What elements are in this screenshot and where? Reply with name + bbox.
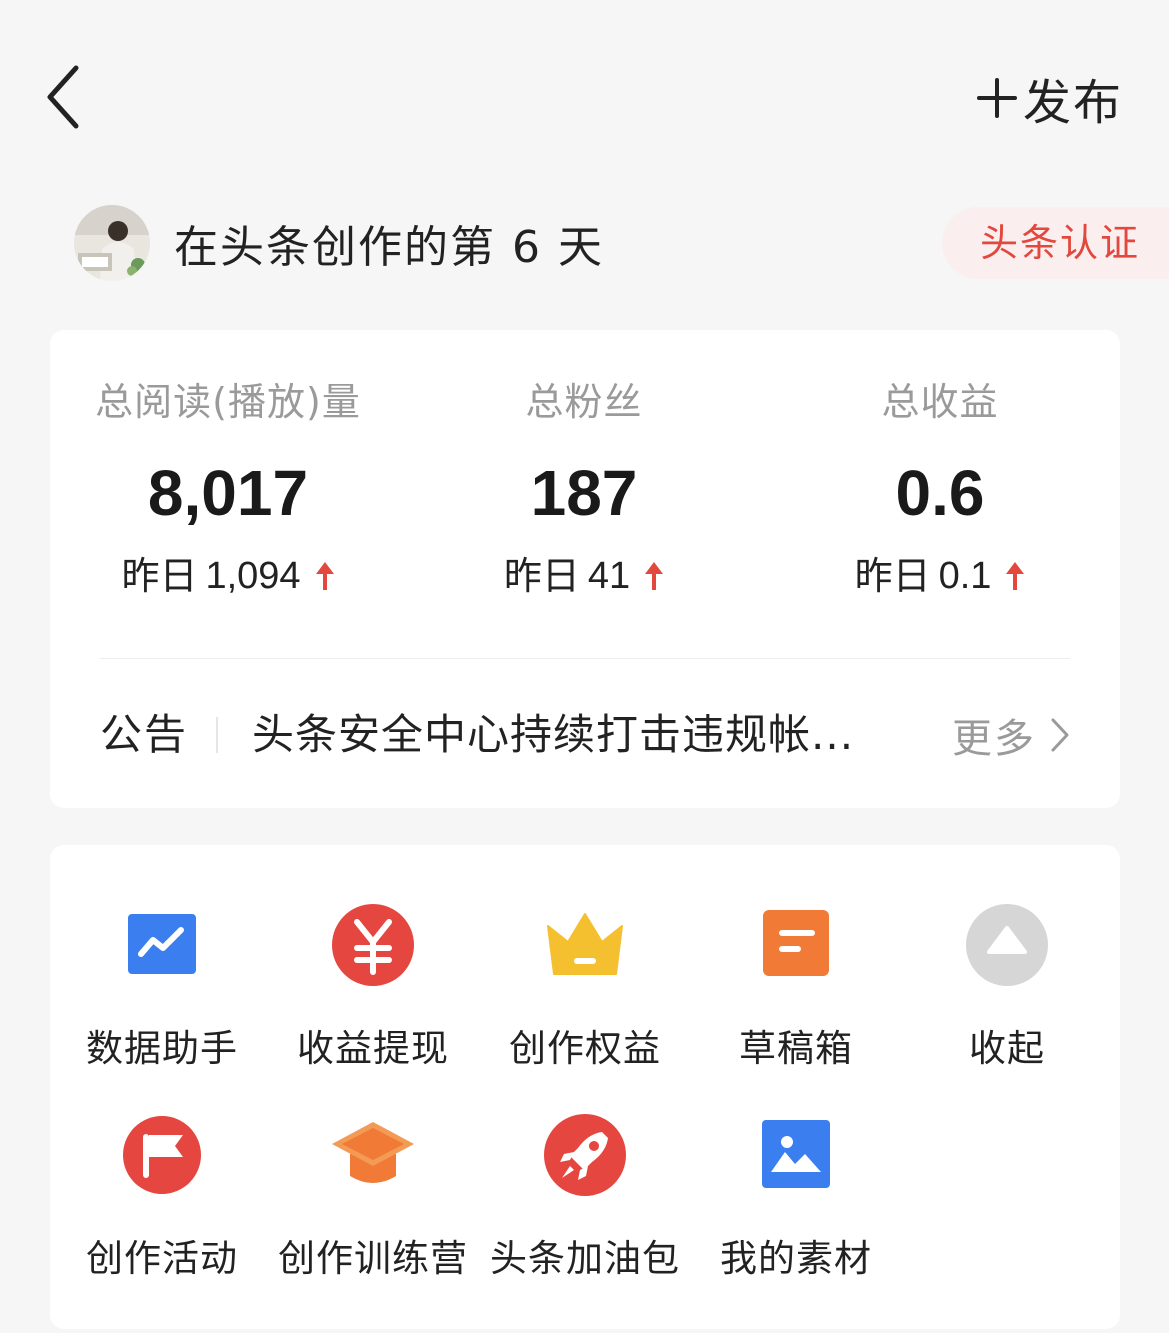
chevron-left-icon: [47, 65, 79, 129]
notice-row[interactable]: 公告 头条安全中心持续打击违规帐... 更多: [50, 690, 1120, 780]
notice-text: 头条安全中心持续打击违规帐...: [252, 710, 855, 759]
flag-icon: [123, 1116, 201, 1194]
certification-badge[interactable]: 头条认证: [942, 207, 1169, 279]
stat-total-income[interactable]: 总收益 0.6 昨日 0.1: [762, 370, 1118, 606]
stat-delta-label: 昨日: [854, 554, 931, 598]
notice-more-label: 更多: [952, 716, 1036, 762]
tool-creator-activities[interactable]: 创作活动: [62, 1110, 262, 1282]
tools-card: 数据助手 收益提现 创作权益 草稿箱 收起 创作活动 创作训练营 头条加油包 我…: [50, 845, 1120, 1329]
stat-total-reads[interactable]: 总阅读(播放)量 8,017 昨日 1,094: [50, 370, 406, 606]
tool-label: 收益提现: [297, 1027, 449, 1070]
tool-my-materials[interactable]: 我的素材: [696, 1110, 896, 1282]
publish-label: 发布: [1022, 75, 1123, 131]
stat-delta-label: 昨日: [121, 554, 198, 598]
stat-delta: 昨日 1,094: [50, 546, 406, 606]
yuan-withdraw-icon: [332, 904, 414, 986]
stat-value: 0.6: [895, 457, 985, 529]
stats-card: 总阅读(播放)量 8,017 昨日 1,094 总粉丝 187 昨日 41 总收…: [50, 330, 1120, 808]
chevron-right-icon: [1051, 718, 1069, 752]
tool-boost-pack[interactable]: 头条加油包: [485, 1110, 685, 1282]
tool-label: 创作训练营: [278, 1237, 468, 1280]
stat-delta: 昨日 0.1: [762, 546, 1118, 606]
stat-delta-value: 1,094: [205, 555, 301, 597]
tool-creator-benefits[interactable]: 创作权益: [485, 900, 685, 1072]
tool-label: 草稿箱: [739, 1027, 853, 1070]
arrow-up-icon: [1006, 562, 1025, 590]
stat-label: 总阅读(播放)量: [95, 380, 361, 424]
tool-data-assistant[interactable]: 数据助手: [62, 900, 262, 1072]
avatar[interactable]: [74, 205, 150, 281]
tool-drafts[interactable]: 草稿箱: [696, 900, 896, 1072]
stat-delta-value: 0.1: [938, 555, 992, 597]
arrow-up-icon: [315, 562, 334, 590]
image-icon: [762, 1120, 830, 1188]
notice-separator: [216, 717, 218, 753]
creation-days-text: 在头条创作的第 6 天: [174, 222, 604, 273]
draft-box-icon: [763, 910, 829, 976]
stat-total-fans[interactable]: 总粉丝 187 昨日 41: [406, 370, 762, 606]
tool-label: 创作权益: [509, 1027, 661, 1070]
collapse-icon: [966, 904, 1048, 986]
tool-label: 收起: [969, 1027, 1045, 1070]
stat-label: 总粉丝: [525, 380, 643, 424]
notice-tag: 公告: [100, 710, 189, 759]
divider: [100, 658, 1070, 659]
stat-delta-label: 昨日: [503, 554, 580, 598]
tool-label: 数据助手: [86, 1027, 238, 1070]
top-bar: 发布: [0, 0, 1169, 190]
tool-income-withdraw[interactable]: 收益提现: [273, 900, 473, 1072]
arrow-up-icon: [645, 562, 664, 590]
back-button[interactable]: [40, 62, 88, 132]
publish-button[interactable]: 发布: [976, 66, 1123, 131]
stat-delta: 昨日 41: [406, 546, 762, 606]
stat-delta-value: 41: [587, 555, 631, 597]
crown-icon: [547, 913, 623, 975]
graduation-cap-icon: [332, 1122, 414, 1183]
profile-row: 在头条创作的第 6 天: [74, 205, 604, 281]
tool-label: 头条加油包: [490, 1237, 680, 1280]
stat-value: 187: [530, 457, 638, 529]
stat-value: 8,017: [147, 457, 309, 529]
tool-collapse[interactable]: 收起: [907, 900, 1107, 1072]
notice-more-link[interactable]: 更多: [952, 690, 1070, 780]
stat-label: 总收益: [881, 380, 999, 424]
plus-icon: [976, 78, 1017, 118]
data-assistant-icon: [128, 914, 196, 974]
rocket-icon: [544, 1114, 626, 1196]
tool-training-camp[interactable]: 创作训练营: [273, 1110, 473, 1282]
tool-label: 我的素材: [720, 1237, 872, 1280]
avatar-image: [74, 205, 150, 281]
tool-label: 创作活动: [86, 1237, 238, 1280]
